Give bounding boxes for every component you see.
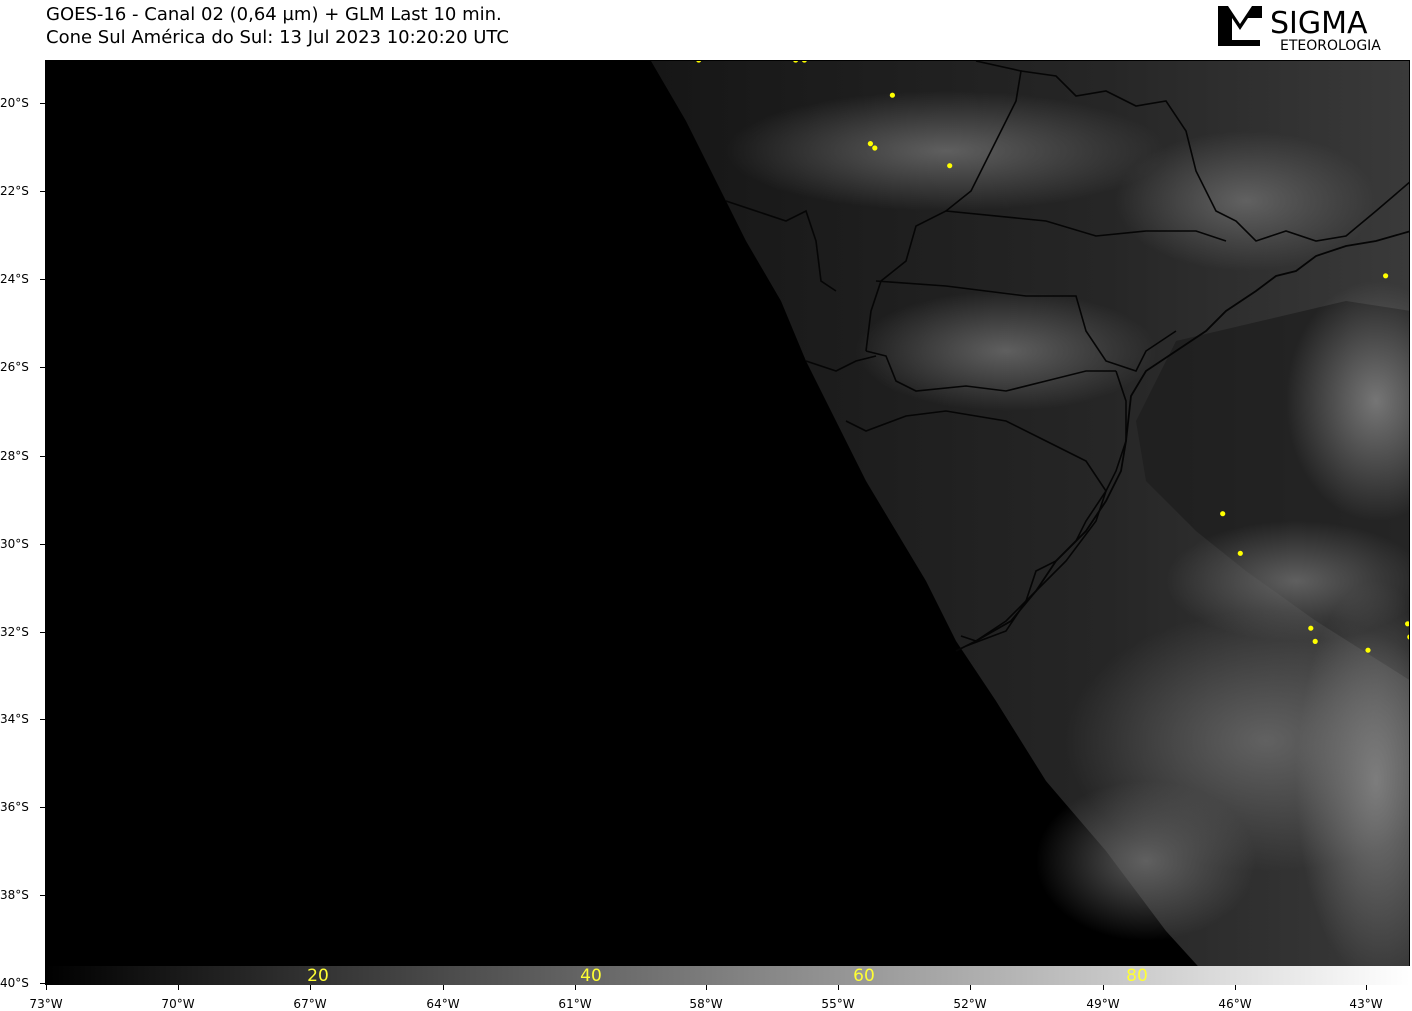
lon-label-43w: 43°W <box>1349 997 1383 1011</box>
sigma-logo: SIGMA ETEOROLOGIA <box>1218 6 1381 54</box>
lightning-point <box>1365 647 1371 653</box>
lon-label-67w: 67°W <box>293 997 327 1011</box>
lon-tick <box>838 985 839 990</box>
lat-tick <box>40 544 45 545</box>
colorbar <box>45 966 1410 985</box>
lon-label-58w: 58°W <box>689 997 723 1011</box>
lat-label-28s: 28°S <box>0 449 29 463</box>
lon-label-52w: 52°W <box>953 997 987 1011</box>
lon-tick <box>1103 985 1104 990</box>
logo-word-sigma: SIGMA <box>1270 6 1368 41</box>
sigma-m-logo-icon <box>1218 6 1262 46</box>
lightning-point <box>1308 625 1314 631</box>
colorbar-label-60: 60 <box>853 966 875 986</box>
lat-label-30s: 30°S <box>0 537 29 551</box>
lat-label-20s: 20°S <box>0 96 29 110</box>
colorbar-label-80: 80 <box>1126 966 1148 986</box>
lat-label-24s: 24°S <box>0 272 29 286</box>
lightning-point <box>1383 273 1389 279</box>
lat-tick <box>40 719 45 720</box>
lon-label-46w: 46°W <box>1218 997 1252 1011</box>
lightning-point <box>947 163 953 169</box>
lon-label-61w: 61°W <box>558 997 592 1011</box>
lon-tick <box>575 985 576 990</box>
colorbar-label-20: 20 <box>307 966 329 986</box>
lat-label-36s: 36°S <box>0 800 29 814</box>
lon-tick <box>706 985 707 990</box>
lon-label-55w: 55°W <box>821 997 855 1011</box>
lat-tick <box>40 456 45 457</box>
map-title: GOES-16 - Canal 02 (0,64 µm) + GLM Last … <box>46 4 502 25</box>
lightning-point <box>1220 511 1226 517</box>
map-subtitle: Cone Sul América do Sul: 13 Jul 2023 10:… <box>46 27 509 48</box>
satellite-map[interactable] <box>45 60 1410 985</box>
lon-tick <box>970 985 971 990</box>
lon-label-70w: 70°W <box>161 997 195 1011</box>
lon-tick <box>310 985 311 990</box>
lat-tick <box>40 191 45 192</box>
lightning-point <box>867 141 874 147</box>
colorbar-label-40: 40 <box>580 966 602 986</box>
lat-tick <box>40 807 45 808</box>
lat-label-34s: 34°S <box>0 712 29 726</box>
lat-tick <box>40 103 45 104</box>
lon-tick <box>1366 985 1367 990</box>
lon-label-73w: 73°W <box>29 997 63 1011</box>
logo-word-meteorologia: ETEOROLOGIA <box>1280 38 1381 54</box>
lightning-point <box>872 145 878 151</box>
lon-label-49w: 49°W <box>1086 997 1120 1011</box>
lat-label-22s: 22°S <box>0 184 29 198</box>
lat-label-32s: 32°S <box>0 625 29 639</box>
lightning-point <box>1237 550 1243 556</box>
lat-label-26s: 26°S <box>0 360 29 374</box>
lon-label-64w: 64°W <box>426 997 460 1011</box>
lat-label-40s: 40°S <box>0 976 29 990</box>
satellite-imagery <box>651 61 1409 984</box>
lon-tick <box>443 985 444 990</box>
lat-label-38s: 38°S <box>0 888 29 902</box>
lon-tick <box>178 985 179 990</box>
lat-tick <box>40 279 45 280</box>
lat-tick <box>40 632 45 633</box>
lightning-point <box>889 92 896 98</box>
lon-tick <box>46 985 47 990</box>
lightning-point <box>1312 638 1318 645</box>
lat-tick <box>40 895 45 896</box>
lon-tick <box>1235 985 1236 990</box>
lightning-point <box>1405 621 1409 627</box>
lat-tick <box>40 983 45 984</box>
lat-tick <box>40 367 45 368</box>
